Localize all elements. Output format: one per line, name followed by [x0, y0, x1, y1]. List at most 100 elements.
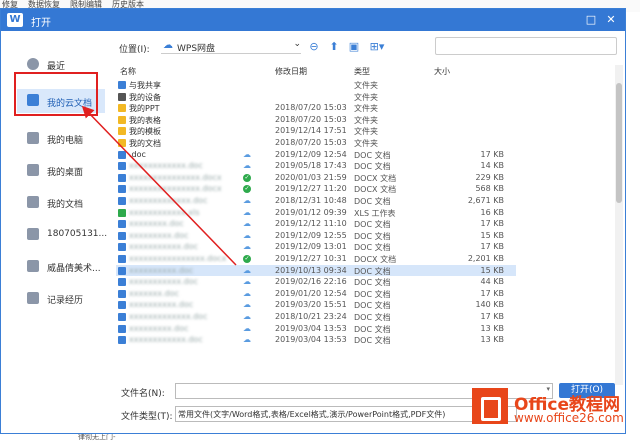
search-input[interactable]: [435, 37, 617, 55]
vertical-scrollbar[interactable]: [615, 65, 623, 385]
file-row[interactable]: 我的设备 文件夹: [116, 91, 516, 103]
folder-icon: [27, 228, 39, 240]
file-date: 2019/12/09 12:55: [275, 230, 347, 240]
file-name: xxxxxxxxxxxx.xls: [129, 207, 200, 217]
view-grid-icon[interactable]: ⊞▾: [367, 40, 387, 54]
file-size: 17 KB: [480, 288, 504, 298]
file-type: 文件夹: [354, 104, 378, 114]
filetype-value: 常用文件(文字/Word格式,表格/Excel格式,演示/PowerPoint格…: [178, 410, 446, 419]
file-type: 文件夹: [354, 139, 378, 148]
file-size: 17 KB: [480, 312, 504, 321]
file-row[interactable]: xxxxxxx.doc ☁ 2019/01/20 12:54 DOC 文档 17 KB: [116, 288, 516, 300]
folder-icon: [27, 196, 39, 208]
file-row[interactable]: xxxxxxxxxxx.doc ☁ 2019/02/16 22:16 DOC 文档 44…: [116, 276, 516, 288]
column-header-date[interactable]: 修改日期: [275, 66, 307, 77]
file-name: xxxxxxxxxxxxxxxx.docx: [129, 254, 227, 263]
close-button[interactable]: ✕: [603, 12, 619, 28]
file-type: 文件夹: [354, 115, 378, 125]
file-date: 2019/01/12 09:39: [275, 207, 347, 217]
file-type: DOC 文档: [354, 150, 391, 160]
file-size: 568 KB: [475, 184, 504, 194]
file-row[interactable]: xxxxxxxxxxxxxxx.docx ✓ 2019/12/27 11:20 DOC…: [116, 183, 516, 195]
file-row[interactable]: xxxxxxxxxx.doc ☁ 2019/10/13 09:34 DOC 文档 15 …: [116, 264, 516, 277]
file-row[interactable]: xxxxxxxxxxxxx.doc ☁ 2018/12/31 10:48 DOC 文档…: [116, 195, 516, 207]
file-size: 15 KB: [480, 265, 504, 275]
column-header-name[interactable]: 名称: [120, 66, 136, 77]
doc-file-icon: [118, 243, 126, 252]
scrollbar-thumb[interactable]: [616, 83, 622, 203]
back-icon[interactable]: ⊖: [307, 40, 321, 54]
file-size: 229 KB: [475, 172, 504, 182]
cloud-status-icon: ☁: [243, 300, 251, 310]
file-name: xxxxxxxxxxxx.doc: [129, 161, 203, 171]
file-size: 17 KB: [480, 149, 504, 159]
new-folder-icon[interactable]: ▣: [347, 40, 361, 54]
file-name: xxxxxxxxxxxxx.doc: [129, 196, 208, 205]
doc-file-icon: [118, 150, 126, 159]
clock-icon: [27, 58, 39, 70]
file-type: DOC 文档: [354, 162, 391, 172]
sidebar-item-label: 我的文档: [47, 200, 84, 210]
file-date: 2019/12/14 17:51: [275, 126, 347, 136]
file-row[interactable]: xxxxxxxx.doc ☁ 2019/12/12 11:10 DOC 文档 17 KB: [116, 218, 516, 230]
file-name: xxxxxxxxx.doc: [129, 323, 189, 333]
file-row[interactable]: xxxxxxxxxxx.doc ☁ 2019/12/09 13:01 DOC 文档 17…: [116, 241, 516, 253]
file-name: xxxxxxxxxxx.doc: [129, 242, 198, 252]
location-value: WPS网盘: [177, 44, 216, 54]
cloud-status-icon: ☁: [243, 207, 251, 217]
file-type: DOCX 文档: [354, 185, 397, 195]
doc-file-icon: [118, 162, 126, 171]
folder-up-icon[interactable]: ⬆: [327, 40, 341, 54]
cloud-status-icon: ☁: [243, 323, 251, 333]
file-type: DOC 文档: [354, 301, 391, 311]
file-type: DOC 文档: [354, 313, 391, 322]
file-row[interactable]: 我的PPT 2018/07/20 15:03 文件夹: [116, 102, 516, 114]
file-row[interactable]: .doc ☁ 2019/12/09 12:54 DOC 文档 17 KB: [116, 149, 516, 161]
file-row[interactable]: xxxxxxxxxx.doc ☁ 2019/03/20 15:51 DOC 文档 140…: [116, 299, 516, 311]
file-date: 2019/12/09 13:01: [275, 242, 347, 252]
sidebar-item-folder[interactable]: 记录经历: [17, 289, 105, 309]
location-dropdown[interactable]: ☁ WPS网盘 ⌄: [161, 39, 301, 54]
file-row[interactable]: xxxxxxxxx.doc ☁ 2019/03/04 13:53 DOC 文档 13 K…: [116, 323, 516, 335]
xls-file-icon: [118, 208, 126, 217]
column-header-type[interactable]: 类型: [354, 66, 370, 77]
sidebar-item-label: 我的桌面: [47, 168, 84, 178]
file-row[interactable]: 我的文档 2018/07/20 15:03 文件夹: [116, 137, 516, 149]
file-name: 我的文档: [129, 139, 161, 148]
file-row[interactable]: xxxxxxxxxxxxxxx.docx ✓ 2020/01/03 21:59 DOC…: [116, 172, 516, 184]
sidebar-item-documents[interactable]: 我的文档: [17, 193, 105, 213]
file-row[interactable]: 与我共享 文件夹: [116, 79, 516, 91]
file-size: 17 KB: [480, 242, 504, 252]
file-row[interactable]: xxxxxxxxx.doc ☁ 2019/12/09 12:55 DOC 文档 15 K…: [116, 230, 516, 242]
sidebar-item-label: 威晶倩美术...: [47, 264, 101, 274]
sidebar-item-desktop[interactable]: 我的桌面: [17, 161, 105, 181]
maximize-button[interactable]: □: [583, 12, 599, 28]
file-name: xxxxxxxx.doc: [129, 219, 184, 229]
file-row[interactable]: 我的模板 2019/12/14 17:51 文件夹: [116, 125, 516, 137]
folder-icon: [118, 115, 126, 124]
file-name: 我的模板: [129, 127, 161, 137]
file-row[interactable]: xxxxxxxxxxxxxxxx.docx ✓ 2019/12/27 10:31 DO…: [116, 253, 516, 265]
file-row[interactable]: xxxxxxxxxxxx.xls ☁ 2019/01/12 09:39 XLS 工作表…: [116, 207, 516, 219]
file-date: 2019/02/16 22:16: [275, 277, 347, 287]
file-row[interactable]: xxxxxxxxxxxx.doc ☁ 2019/03/04 13:53 DOC 文档 1…: [116, 334, 516, 346]
file-date: 2019/12/27 11:20: [275, 184, 347, 194]
file-row[interactable]: xxxxxxxxxxxx.doc ☁ 2019/05/18 17:43 DOC 文档 1…: [116, 160, 516, 172]
file-type: DOC 文档: [354, 289, 391, 299]
file-name: 我的设备: [129, 92, 161, 102]
sidebar-item-folder[interactable]: 180705131...: [17, 225, 107, 245]
file-row[interactable]: 我的表格 2018/07/20 15:03 文件夹: [116, 114, 516, 126]
synced-check-icon: ✓: [243, 255, 251, 263]
column-header-size[interactable]: 大小: [434, 66, 450, 77]
folder-icon: [118, 139, 126, 147]
sidebar-item-folder[interactable]: 威晶倩美术...: [17, 257, 105, 277]
file-date: 2019/03/20 15:51: [275, 300, 347, 310]
sidebar-item-computer[interactable]: 我的电脑: [17, 129, 105, 149]
file-row[interactable]: xxxxxxxxxxxxx.doc ☁ 2018/10/21 23:24 DOC 文档…: [116, 311, 516, 323]
annotation-highlight-box: [14, 72, 98, 116]
file-date: 2019/12/27 10:31: [275, 254, 347, 263]
doc-file-icon: [118, 197, 126, 205]
doc-file-icon: [118, 324, 126, 333]
file-size: 13 KB: [480, 335, 504, 345]
filetype-select[interactable]: 常用文件(文字/Word格式,表格/Excel格式,演示/PowerPoint格…: [175, 406, 517, 422]
